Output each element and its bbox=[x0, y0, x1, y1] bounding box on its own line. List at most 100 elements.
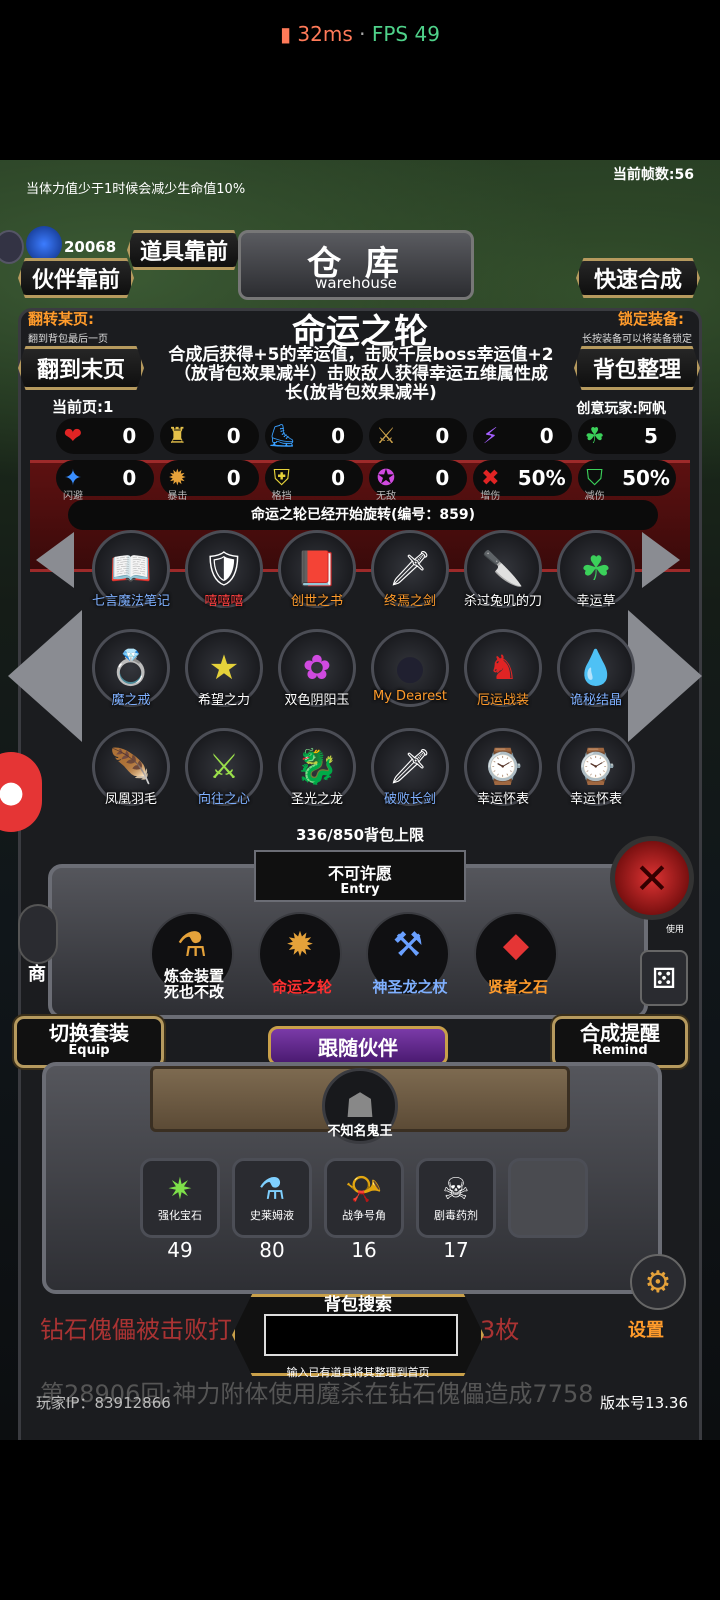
stat-value: 0 bbox=[539, 424, 554, 448]
hint-text: 当体力值少于1时候会减少生命值10% bbox=[26, 182, 246, 197]
partner-front-button[interactable]: 伙伴靠前 bbox=[18, 258, 134, 298]
gear-icon[interactable]: ⚙ bbox=[630, 1254, 686, 1310]
bag-slot[interactable]: ☠ 剧毒药剂 17 bbox=[416, 1158, 496, 1262]
stat-value: 0 bbox=[331, 466, 345, 490]
staff-icon: ⚒ bbox=[392, 925, 424, 965]
grid-item[interactable]: 🪶 凤凰羽毛 bbox=[92, 728, 185, 807]
search-input[interactable] bbox=[264, 1314, 458, 1356]
player-ip: 玩家IP：83912866 bbox=[36, 1394, 171, 1412]
grid-item[interactable]: 🗡 终焉之剑 bbox=[371, 530, 464, 609]
item-name: 破败长剑 bbox=[383, 792, 436, 807]
close-icon[interactable]: ✕ bbox=[610, 836, 694, 920]
grid-item[interactable]: ♞ 厄运战装 bbox=[464, 629, 557, 708]
switch-set-sub: Equip bbox=[68, 1043, 110, 1058]
grid-item[interactable]: 🗡 破败长剑 bbox=[371, 728, 464, 807]
stat-value: 5 bbox=[644, 424, 658, 448]
entry-item-name: 神圣龙之杖 bbox=[372, 978, 448, 996]
stat-health: ❤ 0 bbox=[56, 418, 155, 454]
entry-item[interactable]: ◆ 贤者之石 bbox=[474, 912, 558, 996]
settings-label[interactable]: 设置 bbox=[628, 1316, 664, 1342]
grid-item[interactable]: 💧 诡秘结晶 bbox=[557, 629, 650, 708]
warehouse-subtitle: warehouse bbox=[315, 274, 397, 292]
grid-item[interactable]: ✿ 双色阴阳玉 bbox=[278, 629, 371, 708]
bag-item-name: 战争号角 bbox=[342, 1209, 386, 1222]
bag-item-count: 17 bbox=[443, 1238, 469, 1262]
entry-item[interactable]: ✹ 命运之轮 bbox=[258, 912, 342, 996]
item-name: 凤凰羽毛 bbox=[104, 792, 157, 807]
item-name: My Dearest bbox=[373, 689, 447, 704]
bag-slot[interactable]: ✷ 强化宝石 49 bbox=[140, 1158, 220, 1262]
switch-set-button[interactable]: 切换套装 Equip bbox=[14, 1016, 164, 1068]
item-front-button[interactable]: 道具靠前 bbox=[127, 230, 241, 270]
use-label: 使用 bbox=[666, 925, 685, 935]
item-name: 七言魔法笔记 bbox=[91, 594, 170, 609]
organize-bag-button[interactable]: 背包整理 bbox=[574, 346, 700, 390]
stat-value: 0 bbox=[122, 466, 137, 490]
page-jump-title: 翻转某页: bbox=[28, 310, 94, 328]
current-page: 当前页:1 bbox=[52, 398, 114, 416]
heart-icon: ❤ bbox=[63, 423, 83, 449]
stat-luck: ☘ 5 bbox=[577, 418, 676, 454]
fps-value: FPS 49 bbox=[371, 22, 440, 46]
bag-item-count: 16 bbox=[351, 1238, 377, 1262]
to-last-page-button[interactable]: 翻到末页 bbox=[18, 346, 144, 390]
entry-title: 不可许愿 bbox=[327, 864, 392, 883]
grid-item[interactable]: ⚔ 向往之心 bbox=[185, 728, 278, 807]
entry-item-name: 命运之轮 bbox=[271, 978, 332, 996]
merge-remind-button[interactable]: 合成提醒 Remind bbox=[552, 1016, 688, 1068]
grid-item[interactable]: 📖 七言魔法笔记 bbox=[92, 530, 185, 609]
grid-item[interactable]: 🔪 杀过兔叽的刀 bbox=[464, 530, 557, 609]
stat-value: 0 bbox=[226, 424, 241, 448]
bag-item-name: 史莱姆液 bbox=[250, 1209, 294, 1222]
horn-icon: 📯 bbox=[345, 1172, 383, 1207]
bag-item-name: 强化宝石 bbox=[158, 1209, 202, 1222]
page-jump-sub: 翻到背包最后一页 bbox=[28, 334, 108, 345]
stats-grid: ❤ 0 ♜ 0 ⛸ 0 ⚔ 0 ⚡ 0 ☘ 5 ✦ 闪避 0 ✹ 暴击 0 ⛨ 格挡 0 ✪ 无敌 0 ✖ 增… bbox=[56, 418, 676, 502]
bag-limit: 336/850背包上限 bbox=[295, 826, 425, 844]
bag-slot[interactable]: ⚗ 史莱姆液 80 bbox=[232, 1158, 312, 1262]
grid-item[interactable]: 🐉 圣光之龙 bbox=[278, 728, 371, 807]
bag-slot[interactable]: 📯 战争号角 16 bbox=[324, 1158, 404, 1262]
stat-dodge: ✦ 闪避 0 bbox=[56, 460, 155, 502]
follow-partner-title: 跟随伙伴 bbox=[268, 1026, 448, 1066]
boots-icon: ⛸ bbox=[267, 423, 296, 449]
entry-item-name: 贤者之石 bbox=[487, 978, 548, 996]
game-screen: 当体力值少于1时候会减少生命值10% 当前帧数:56 20068 道具靠前 伙伴… bbox=[0, 160, 720, 1440]
stat-value: 0 bbox=[331, 424, 345, 448]
grid-item[interactable]: 🛡 嘻嘻嘻 bbox=[185, 530, 278, 609]
entry-item-name: 炼金装置 死也不改 bbox=[144, 968, 244, 1000]
quick-merge-button[interactable]: 快速合成 bbox=[576, 258, 700, 298]
switch-set-label: 切换套装 bbox=[49, 1021, 129, 1045]
creator-label: 创意玩家:阿帆 bbox=[576, 401, 666, 417]
bag-item-count: 49 bbox=[167, 1238, 193, 1262]
entry-item[interactable]: ⚗ 炼金装置 死也不改 bbox=[150, 912, 234, 1000]
bag-slot[interactable] bbox=[508, 1158, 588, 1262]
item-name: 厄运战装 bbox=[476, 693, 529, 708]
stat-armor: ♜ 0 bbox=[160, 418, 259, 454]
bag-item: 📯 战争号角 bbox=[324, 1158, 404, 1238]
bag-item-count: 80 bbox=[259, 1238, 285, 1262]
bag-item: ✷ 强化宝石 bbox=[140, 1158, 220, 1238]
prev-page-arrow[interactable] bbox=[8, 610, 82, 742]
shop-button[interactable] bbox=[18, 904, 58, 964]
prev-row-arrow[interactable] bbox=[36, 532, 74, 588]
grid-item[interactable]: ● My Dearest bbox=[371, 629, 464, 708]
grid-item[interactable]: ⌚ 幸运怀表 bbox=[464, 728, 557, 807]
stat-value: 50% bbox=[517, 466, 566, 490]
item-name: 魔之戒 bbox=[111, 693, 151, 708]
gem-icon bbox=[26, 226, 62, 262]
item-name: 圣光之龙 bbox=[290, 792, 343, 807]
grid-item[interactable]: ★ 希望之力 bbox=[185, 629, 278, 708]
version-label: 版本号13.36 bbox=[600, 1394, 688, 1412]
entry-item[interactable]: ⚒ 神圣龙之杖 bbox=[366, 912, 450, 996]
wheel-message: 命运之轮已经开始旋转(编号：859) bbox=[68, 500, 658, 530]
item-name: 嘻嘻嘻 bbox=[204, 594, 244, 609]
grid-item[interactable]: ⌚ 幸运怀表 bbox=[557, 728, 650, 807]
grid-item[interactable]: 💍 魔之戒 bbox=[92, 629, 185, 708]
grid-item[interactable]: ☘ 幸运草 bbox=[557, 530, 650, 609]
dice-icon[interactable]: ⚄ bbox=[640, 950, 688, 1006]
grid-item[interactable]: 📕 创世之书 bbox=[278, 530, 371, 609]
item-name: 幸运怀表 bbox=[569, 792, 622, 807]
item-grid: 📖 七言魔法笔记 🛡 嘻嘻嘻 📕 创世之书 🗡 终焉之剑 🔪 杀过兔叽的刀 ☘ 幸运草 💍 魔… bbox=[92, 530, 642, 807]
item-name: 诡秘结晶 bbox=[569, 693, 622, 708]
